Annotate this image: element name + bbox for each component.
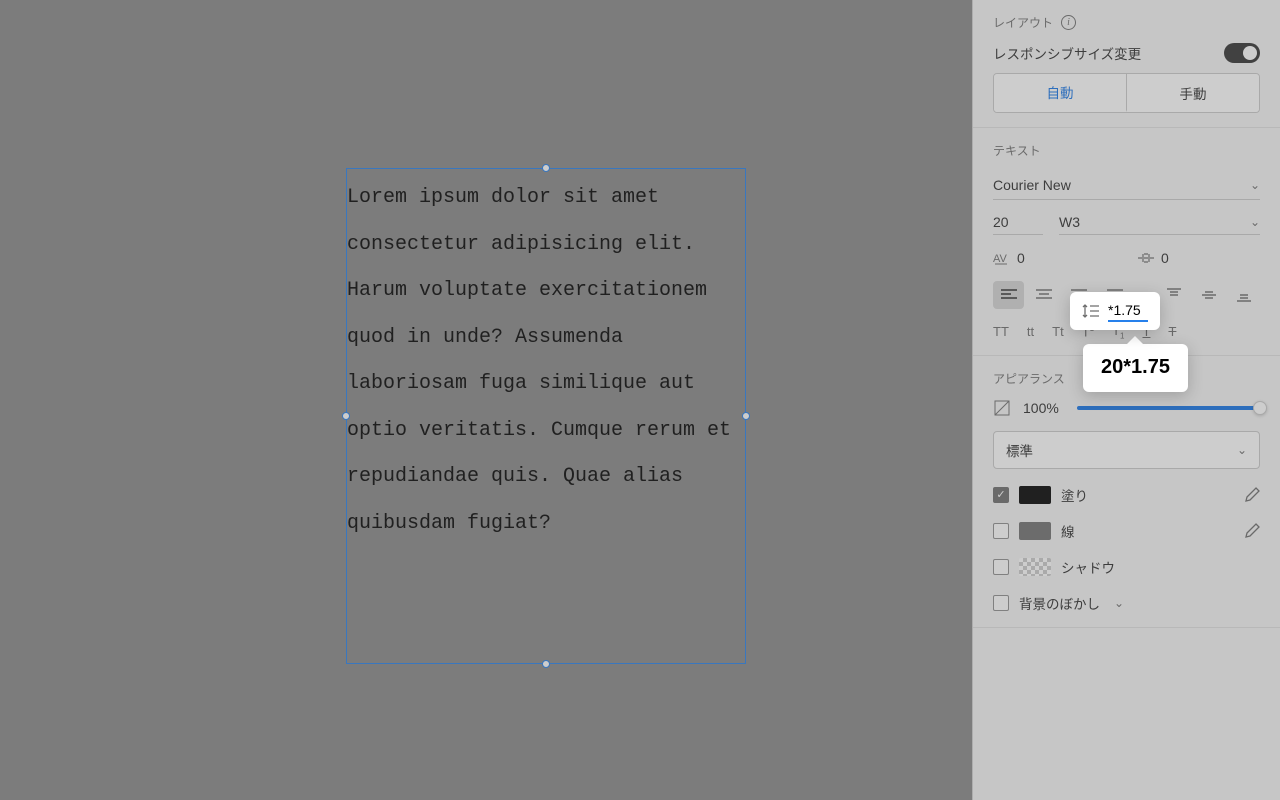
- paragraph-spacing-input[interactable]: [1161, 250, 1201, 266]
- layout-title: レイアウト: [993, 14, 1053, 31]
- valign-bottom-button[interactable]: [1229, 281, 1260, 309]
- eyedropper-icon[interactable]: [1244, 487, 1260, 503]
- font-size-input[interactable]: [993, 210, 1043, 235]
- responsive-mode-segment: 自動 手動: [993, 73, 1260, 113]
- appearance-title: アピアランス: [993, 370, 1065, 387]
- align-center-button[interactable]: [1028, 281, 1059, 309]
- line-height-tooltip: 20*1.75: [1083, 344, 1188, 392]
- fill-row: 塗り: [993, 485, 1260, 505]
- stroke-label: 線: [1061, 521, 1075, 541]
- align-left-button[interactable]: [993, 281, 1024, 309]
- letter-spacing-input[interactable]: [1017, 250, 1057, 266]
- text-content[interactable]: Lorem ipsum dolor sit amet consectetur a…: [347, 175, 745, 547]
- stroke-swatch[interactable]: [1019, 522, 1051, 540]
- letter-spacing-field[interactable]: AV: [993, 249, 1057, 267]
- blend-mode-select[interactable]: 標準 ⌄: [993, 431, 1260, 469]
- layout-section: レイアウト i レスポンシブサイズ変更 自動 手動: [973, 0, 1280, 128]
- font-weight-select[interactable]: W3 ⌄: [1059, 210, 1260, 235]
- valign-middle-button[interactable]: [1193, 281, 1224, 309]
- chevron-down-icon: ⌄: [1250, 178, 1260, 192]
- fill-label: 塗り: [1061, 485, 1088, 505]
- lowercase-button[interactable]: tt: [1027, 324, 1034, 339]
- chevron-down-icon: ⌄: [1250, 215, 1260, 229]
- strikethrough-button[interactable]: T: [1168, 324, 1176, 339]
- paragraph-spacing-field[interactable]: [1137, 249, 1201, 267]
- font-name: Courier New: [993, 177, 1071, 193]
- font-weight-value: W3: [1059, 214, 1080, 230]
- opacity-value[interactable]: 100%: [1023, 400, 1065, 416]
- selected-text-frame[interactable]: Lorem ipsum dolor sit amet consectetur a…: [346, 168, 746, 664]
- letter-spacing-icon: AV: [993, 249, 1011, 267]
- stroke-checkbox[interactable]: [993, 523, 1009, 539]
- resize-handle-left[interactable]: [342, 412, 350, 420]
- opacity-slider[interactable]: [1077, 406, 1260, 410]
- shadow-row: シャドウ: [993, 557, 1260, 577]
- blur-checkbox[interactable]: [993, 595, 1009, 611]
- valign-top-button[interactable]: [1158, 281, 1189, 309]
- appearance-section: アピアランス 100% 標準 ⌄ 塗り 線 シャドウ: [973, 356, 1280, 628]
- fill-checkbox[interactable]: [993, 487, 1009, 503]
- fill-swatch[interactable]: [1019, 486, 1051, 504]
- blur-label: 背景のぼかし: [1019, 593, 1100, 613]
- chevron-down-icon: ⌄: [1237, 443, 1247, 457]
- text-title: テキスト: [993, 142, 1041, 159]
- resize-handle-right[interactable]: [742, 412, 750, 420]
- shadow-label: シャドウ: [1061, 557, 1115, 577]
- titlecase-button[interactable]: Tt: [1052, 324, 1064, 339]
- paragraph-spacing-icon: [1137, 249, 1155, 267]
- line-height-input[interactable]: [1108, 300, 1148, 322]
- info-icon[interactable]: i: [1061, 15, 1076, 30]
- line-height-icon: [1082, 302, 1100, 320]
- tooltip-text: 20*1.75: [1101, 356, 1170, 378]
- svg-text:AV: AV: [993, 253, 1008, 265]
- font-family-select[interactable]: Courier New ⌄: [993, 171, 1260, 200]
- properties-panel: レイアウト i レスポンシブサイズ変更 自動 手動 テキスト Courier N…: [972, 0, 1280, 800]
- uppercase-button[interactable]: TT: [993, 324, 1009, 339]
- slider-thumb[interactable]: [1253, 401, 1267, 415]
- line-height-popup: [1070, 292, 1160, 330]
- blend-mode-value: 標準: [1006, 440, 1033, 460]
- eyedropper-icon[interactable]: [1244, 523, 1260, 539]
- chevron-down-icon: ⌄: [1114, 596, 1124, 610]
- canvas-area[interactable]: Lorem ipsum dolor sit amet consectetur a…: [0, 0, 972, 800]
- resize-handle-top[interactable]: [542, 164, 550, 172]
- blur-row: 背景のぼかし ⌄: [993, 593, 1260, 613]
- shadow-swatch[interactable]: [1019, 558, 1051, 576]
- manual-button[interactable]: 手動: [1127, 74, 1259, 112]
- opacity-icon: [993, 399, 1011, 417]
- shadow-checkbox[interactable]: [993, 559, 1009, 575]
- resize-handle-bottom[interactable]: [542, 660, 550, 668]
- stroke-row: 線: [993, 521, 1260, 541]
- responsive-label: レスポンシブサイズ変更: [993, 43, 1141, 63]
- responsive-toggle[interactable]: [1224, 43, 1260, 63]
- auto-button[interactable]: 自動: [994, 74, 1127, 112]
